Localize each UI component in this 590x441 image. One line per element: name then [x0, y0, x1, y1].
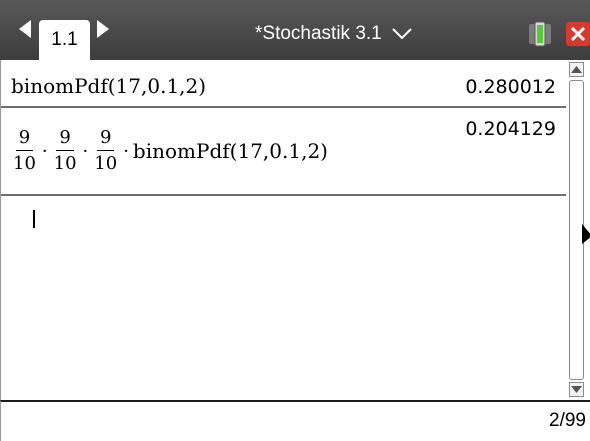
tab-page[interactable]: 1.1	[39, 20, 90, 60]
multiply-dot: ·	[41, 140, 48, 162]
text-caret	[33, 210, 35, 228]
history-entry[interactable]: binomPdf(17,0.1,2) 0.280012	[1, 60, 566, 108]
fraction-numerator: 9	[97, 129, 115, 151]
entry-result: 0.280012	[465, 76, 556, 98]
history-entry[interactable]: 9 10 · 9 10 · 9 10 · binomPdf(17,0.1,2) …	[1, 108, 566, 196]
close-icon[interactable]	[566, 20, 590, 48]
function-call: binomPdf(17,0.1,2)	[132, 139, 328, 163]
document-title-menu[interactable]: *Stochastik 3.1	[255, 20, 412, 48]
entry-expression: binomPdf(17,0.1,2)	[11, 74, 207, 98]
entry-expression: 9 10 · 9 10 · 9 10 · binomPdf(17,0.1,2)	[9, 116, 328, 186]
fraction: 9 10	[51, 129, 80, 173]
multiply-dot: ·	[82, 140, 89, 162]
scroll-up-arrow-icon[interactable]	[569, 62, 584, 77]
title-bar: 1.1 *Stochastik 3.1	[0, 0, 590, 60]
fraction-numerator: 9	[56, 129, 74, 151]
fraction: 9 10	[10, 129, 39, 173]
fraction-denominator: 10	[94, 153, 118, 174]
fraction-numerator: 9	[15, 129, 34, 151]
mouse-pointer-icon	[582, 224, 590, 244]
fraction: 9 10	[91, 129, 120, 173]
calculator-history: binomPdf(17,0.1,2) 0.280012 9 10 · 9 10 …	[0, 60, 566, 400]
page-tab-label: 1.1	[51, 29, 78, 50]
fraction-denominator: 10	[13, 153, 36, 174]
entry-result: 0.204129	[465, 118, 556, 140]
calculator-input-line[interactable]	[1, 196, 566, 400]
battery-icon	[526, 20, 554, 48]
next-page-icon[interactable]	[96, 18, 110, 40]
previous-page-icon[interactable]	[18, 18, 32, 40]
multiply-dot: ·	[123, 140, 129, 162]
entry-counter: 2/99	[549, 410, 586, 431]
document-title: *Stochastik 3.1	[255, 23, 382, 44]
chevron-down-icon	[392, 28, 412, 40]
fraction-denominator: 10	[53, 153, 77, 174]
status-bar: 2/99	[0, 400, 590, 441]
scroll-down-arrow-icon[interactable]	[569, 382, 584, 397]
calculator-window: 1.1 *Stochastik 3.1 binomPdf(17,0.1,2) 0…	[0, 0, 590, 441]
vertical-scrollbar[interactable]	[566, 60, 590, 400]
